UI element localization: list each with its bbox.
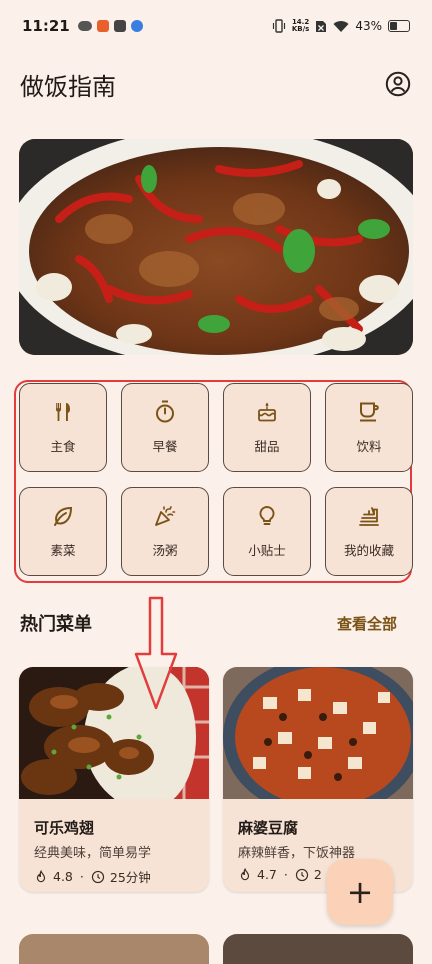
recipe-rating: 4.8 [53, 869, 73, 884]
recipe-subtitle: 麻辣鲜香，下饭神器 [238, 846, 356, 861]
fork-knife-icon [56, 403, 70, 421]
recipe-rating: 4.7 [257, 867, 277, 882]
category-staple-food[interactable]: 主食 [19, 383, 107, 472]
cup-icon [360, 402, 379, 422]
see-all-link[interactable]: 查看全部 [337, 613, 397, 634]
plus-icon: + [346, 873, 374, 911]
battery-percent: 43% [355, 19, 382, 33]
battery-level [390, 22, 398, 30]
account-button[interactable] [384, 70, 412, 98]
network-speed: 14.2 KB/s [292, 19, 309, 33]
dish-photo [19, 139, 413, 355]
recipe-time: 25分钟 [109, 870, 151, 885]
takeout-dining-icon [359, 507, 379, 526]
flame-icon [36, 869, 46, 882]
category-label: 汤粥 [152, 543, 178, 558]
separator-dot: · [79, 869, 84, 884]
category-vegetables[interactable]: 素菜 [19, 487, 107, 576]
app-notification-icon [77, 21, 92, 31]
network-speed-unit: KB/s [291, 25, 310, 33]
add-recipe-button[interactable]: + [327, 859, 393, 925]
app-notification-icon [96, 20, 109, 32]
mail-icon [113, 20, 126, 32]
page-title: 做饭指南 [20, 72, 116, 101]
timer-icon [156, 400, 174, 423]
category-drinks[interactable]: 饮料 [325, 383, 413, 472]
status-system-icons: 14.2 KB/s 43% [272, 19, 410, 33]
category-dessert[interactable]: 甜品 [223, 383, 311, 472]
category-label: 甜品 [254, 439, 280, 454]
recipe-title: 可乐鸡翅 [34, 819, 95, 837]
category-label: 我的收藏 [343, 543, 394, 558]
category-label: 素菜 [50, 543, 76, 558]
party-popper-icon [155, 506, 176, 526]
recipe-meta: 4.8 · 25分钟 [34, 867, 151, 886]
vibrate-icon [272, 19, 285, 33]
recipe-card[interactable]: 可乐鸡翅 经典美味，简单易学 4.8 · 25分钟 [19, 667, 209, 892]
category-label: 小贴士 [248, 543, 286, 558]
battery-icon [388, 20, 410, 32]
recipe-card-peek[interactable] [223, 934, 413, 964]
status-time: 11:21 [22, 17, 70, 35]
account-circle-icon [385, 71, 411, 97]
category-label: 早餐 [152, 439, 178, 454]
app-notification-icon [130, 20, 143, 32]
separator-dot: · [283, 867, 288, 882]
recipe-image [19, 667, 209, 799]
section-title: 热门菜单 [20, 614, 92, 635]
no-sim-icon [316, 20, 327, 32]
annotation-arrow-icon [134, 596, 178, 710]
category-favorites[interactable]: 我的收藏 [325, 487, 413, 576]
category-grid: 主食 早餐 甜品 饮料 素菜 汤粥 小贴士 我的收藏 [19, 383, 413, 576]
clock-icon [295, 868, 308, 881]
category-label: 饮料 [356, 439, 382, 454]
flame-icon [240, 867, 250, 880]
cake-icon [258, 402, 276, 422]
recipe-subtitle: 经典美味，简单易学 [34, 846, 152, 861]
app-bar: 做饭指南 [0, 52, 432, 116]
category-tips[interactable]: 小贴士 [223, 487, 311, 576]
popular-section-header: 热门菜单 查看全部 [20, 608, 397, 638]
hero-banner-image[interactable] [19, 139, 413, 355]
status-notification-icons [77, 20, 143, 32]
recipe-time: 2 [313, 867, 322, 882]
recipe-card[interactable]: 麻婆豆腐 麻辣鲜香，下饭神器 4.7 · 2 [223, 667, 413, 892]
category-soup[interactable]: 汤粥 [121, 487, 209, 576]
lightbulb-icon [259, 506, 275, 525]
clock-icon [91, 870, 104, 883]
wifi-icon [333, 20, 349, 32]
recipe-meta: 4.7 · 2 [238, 867, 322, 882]
status-bar: 11:21 14.2 KB/s 43% [0, 0, 432, 52]
category-breakfast[interactable]: 早餐 [121, 383, 209, 472]
recipe-image [223, 667, 413, 799]
recipe-card-peek[interactable] [19, 934, 209, 964]
recipe-title: 麻婆豆腐 [238, 819, 299, 837]
category-label: 主食 [50, 439, 76, 454]
leaf-icon [54, 506, 73, 526]
